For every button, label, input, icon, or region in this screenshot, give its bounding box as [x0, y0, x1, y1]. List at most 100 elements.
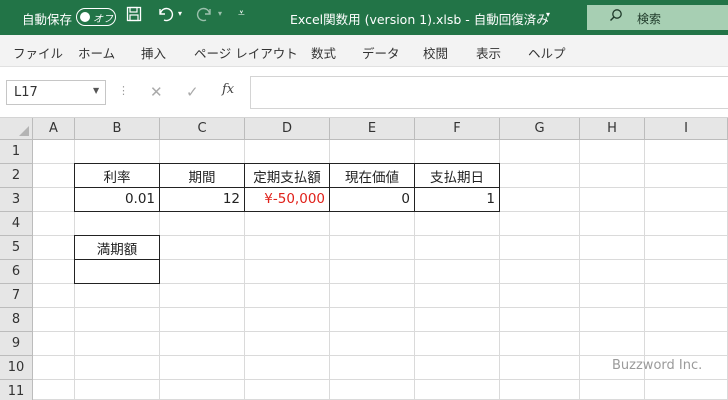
- column-header-c[interactable]: C: [160, 118, 245, 140]
- grid-cell[interactable]: [245, 284, 330, 308]
- cell-e2[interactable]: 現在価値: [329, 163, 415, 188]
- row-header-6[interactable]: 6: [0, 260, 33, 284]
- tab-formulas[interactable]: 数式: [311, 43, 336, 62]
- formula-input[interactable]: [250, 76, 728, 109]
- row-header-9[interactable]: 9: [0, 332, 33, 356]
- grid-cell[interactable]: [580, 236, 645, 260]
- grid-cell[interactable]: [33, 188, 75, 212]
- column-header-a[interactable]: A: [33, 118, 75, 140]
- tab-review[interactable]: 校閲: [423, 43, 448, 62]
- grid-cell[interactable]: [245, 260, 330, 284]
- grid-cell[interactable]: [645, 140, 728, 164]
- grid-cell[interactable]: [75, 212, 160, 236]
- cell-b2[interactable]: 利率: [74, 163, 160, 188]
- grid-cell[interactable]: [245, 308, 330, 332]
- grid-cell[interactable]: [75, 380, 160, 400]
- grid-cell[interactable]: [330, 332, 415, 356]
- grid-cell[interactable]: [33, 332, 75, 356]
- grid-cell[interactable]: [33, 212, 75, 236]
- column-header-g[interactable]: G: [500, 118, 580, 140]
- cell-c2[interactable]: 期間: [159, 163, 245, 188]
- row-header-10[interactable]: 10: [0, 356, 33, 380]
- redo-icon[interactable]: [196, 6, 214, 26]
- grid-cell[interactable]: [33, 284, 75, 308]
- column-header-d[interactable]: D: [245, 118, 330, 140]
- tab-file[interactable]: ファイル: [13, 43, 63, 62]
- grid-cell[interactable]: [160, 140, 245, 164]
- grid-cell[interactable]: [500, 164, 580, 188]
- select-all-button[interactable]: [0, 118, 33, 140]
- grid-cell[interactable]: [500, 284, 580, 308]
- grid-cell[interactable]: [645, 332, 728, 356]
- grid-cell[interactable]: [500, 236, 580, 260]
- row-header-3[interactable]: 3: [0, 188, 33, 212]
- grid-cell[interactable]: [580, 260, 645, 284]
- grid-cell[interactable]: [160, 308, 245, 332]
- cancel-icon[interactable]: ✕: [150, 83, 163, 101]
- grid-cell[interactable]: [645, 236, 728, 260]
- grid-cell[interactable]: [500, 356, 580, 380]
- grid-cell[interactable]: [33, 236, 75, 260]
- grid-cell[interactable]: [645, 212, 728, 236]
- grid-cell[interactable]: [245, 140, 330, 164]
- row-header-8[interactable]: 8: [0, 308, 33, 332]
- autosave-toggle[interactable]: オフ: [76, 8, 116, 26]
- grid-cell[interactable]: [245, 332, 330, 356]
- grid-cell[interactable]: [500, 212, 580, 236]
- column-header-i[interactable]: I: [645, 118, 728, 140]
- grid-cell[interactable]: [160, 332, 245, 356]
- grid-cell[interactable]: [33, 140, 75, 164]
- row-header-2[interactable]: 2: [0, 164, 33, 188]
- grid-cell[interactable]: [415, 260, 500, 284]
- cell-f3[interactable]: 1: [414, 187, 500, 212]
- grid-cell[interactable]: [500, 332, 580, 356]
- column-header-f[interactable]: F: [415, 118, 500, 140]
- grid-cell[interactable]: [580, 332, 645, 356]
- grid-cell[interactable]: [75, 356, 160, 380]
- grid-cell[interactable]: [75, 140, 160, 164]
- grid-cell[interactable]: [415, 140, 500, 164]
- grid-cell[interactable]: [580, 140, 645, 164]
- name-box-dropdown-icon[interactable]: ▼: [93, 86, 99, 95]
- customize-toolbar-icon[interactable]: ⩡: [238, 6, 245, 21]
- row-header-1[interactable]: 1: [0, 140, 33, 164]
- tab-home[interactable]: ホーム: [78, 43, 115, 62]
- cell-c3[interactable]: 12: [159, 187, 245, 212]
- grid-cell[interactable]: [160, 260, 245, 284]
- grid-cell[interactable]: [415, 212, 500, 236]
- title-dropdown-icon[interactable]: ▾: [546, 10, 550, 19]
- row-header-4[interactable]: 4: [0, 212, 33, 236]
- grid-cell[interactable]: [645, 260, 728, 284]
- name-box[interactable]: L17 ▼: [6, 80, 106, 105]
- column-header-h[interactable]: H: [580, 118, 645, 140]
- search-box[interactable]: 検索: [587, 5, 728, 30]
- grid-cell[interactable]: [330, 260, 415, 284]
- tab-view[interactable]: 表示: [476, 43, 501, 62]
- save-icon[interactable]: [126, 6, 142, 26]
- cell-f2[interactable]: 支払期日: [414, 163, 500, 188]
- grid-cell[interactable]: [415, 308, 500, 332]
- tab-insert[interactable]: 挿入: [141, 43, 166, 62]
- grid-cell[interactable]: [415, 356, 500, 380]
- grid-cell[interactable]: [160, 236, 245, 260]
- grid-cell[interactable]: [645, 380, 728, 400]
- grid-cell[interactable]: [580, 164, 645, 188]
- undo-dropdown-icon[interactable]: ▾: [178, 9, 182, 18]
- cell-d3[interactable]: ¥-50,000: [244, 187, 330, 212]
- grid-cell[interactable]: [330, 356, 415, 380]
- grid-cell[interactable]: [500, 308, 580, 332]
- grid-cell[interactable]: [160, 380, 245, 400]
- cell-b3[interactable]: 0.01: [74, 187, 160, 212]
- grid-cell[interactable]: [160, 356, 245, 380]
- grid-cell[interactable]: [645, 284, 728, 308]
- column-header-e[interactable]: E: [330, 118, 415, 140]
- grid-cell[interactable]: [500, 380, 580, 400]
- tab-help[interactable]: ヘルプ: [528, 43, 566, 62]
- grid-cell[interactable]: [330, 140, 415, 164]
- grid-cell[interactable]: [33, 164, 75, 188]
- cell-b6[interactable]: [74, 259, 160, 284]
- grid-cell[interactable]: [330, 284, 415, 308]
- grid-cell[interactable]: [75, 308, 160, 332]
- redo-dropdown-icon[interactable]: ▾: [218, 9, 222, 18]
- row-header-5[interactable]: 5: [0, 236, 33, 260]
